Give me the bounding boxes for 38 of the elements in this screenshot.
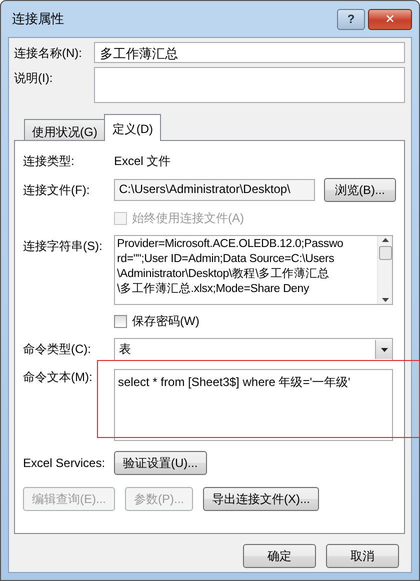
field-label: 连接名称(N):: [14, 45, 83, 62]
authentication-settings-button[interactable]: 验证设置(U)...: [114, 451, 207, 475]
field-label: 说明(I):: [14, 70, 54, 87]
checkbox-label: 始终使用连接文件(A): [132, 210, 244, 227]
checkbox-label: 保存密码(W): [132, 313, 200, 330]
connection-file-field[interactable]: C:\Users\Administrator\Desktop\: [114, 179, 315, 201]
connection-type-value: Excel 文件: [114, 153, 171, 170]
field-label: Excel Services:: [23, 456, 106, 470]
command-text-field[interactable]: select * from [Sheet3$] where 年级='一年级': [114, 369, 393, 441]
tab[interactable]: 定义(D): [104, 114, 161, 141]
scrollbar[interactable]: [377, 236, 392, 304]
scroll-up-icon[interactable]: [382, 238, 388, 242]
action-button[interactable]: 导出连接文件(X)...: [203, 487, 319, 511]
dropdown-arrow-icon[interactable]: [380, 348, 388, 352]
checkbox[interactable]: [114, 315, 127, 328]
connection-string-field[interactable]: Provider=Microsoft.ACE.OLEDB.12.0;Passwo rd="";User ID=Admin;Data Source=C:\Users \Administrator\Desktop\教程\多工作薄汇总 \多工作薄汇总.xlsx;Mode=Share Deny: [114, 235, 393, 305]
scroll-down-icon[interactable]: [382, 298, 388, 302]
field-label: 命令类型(C):: [23, 341, 92, 358]
field-label: 连接文件(F):: [23, 182, 91, 198]
field-label: 连接类型:: [23, 153, 76, 170]
connection-string-line: \多工作薄汇总.xlsx;Mode=Share Deny: [117, 282, 310, 297]
help-button[interactable]: ?: [337, 8, 365, 30]
tab[interactable]: 使用状况(G): [24, 119, 106, 140]
connection-string-line: \Administrator\Desktop\教程\多工作薄汇总: [117, 267, 330, 282]
cancel-button[interactable]: 取消: [326, 544, 399, 568]
ok-button[interactable]: 确定: [243, 544, 316, 568]
description-field[interactable]: [94, 67, 405, 103]
dropdown-value: 表: [119, 341, 131, 358]
scroll-thumb[interactable]: [378, 246, 392, 260]
field-label: 连接字符串(S):: [23, 238, 104, 255]
window-title: 连接属性: [11, 10, 65, 28]
connection-string-line: rd="";User ID=Admin;Data Source=C:\Users: [117, 252, 336, 267]
command-type-dropdown[interactable]: 表: [114, 338, 393, 361]
connection-name-field[interactable]: 多工作薄汇总: [94, 42, 405, 63]
browse-button[interactable]: 浏览(B)...: [324, 178, 396, 202]
close-button[interactable]: ✕: [368, 8, 412, 30]
field-label: 命令文本(M):: [23, 369, 94, 386]
connection-string-line: Provider=Microsoft.ACE.OLEDB.12.0;Passwo: [117, 237, 344, 252]
